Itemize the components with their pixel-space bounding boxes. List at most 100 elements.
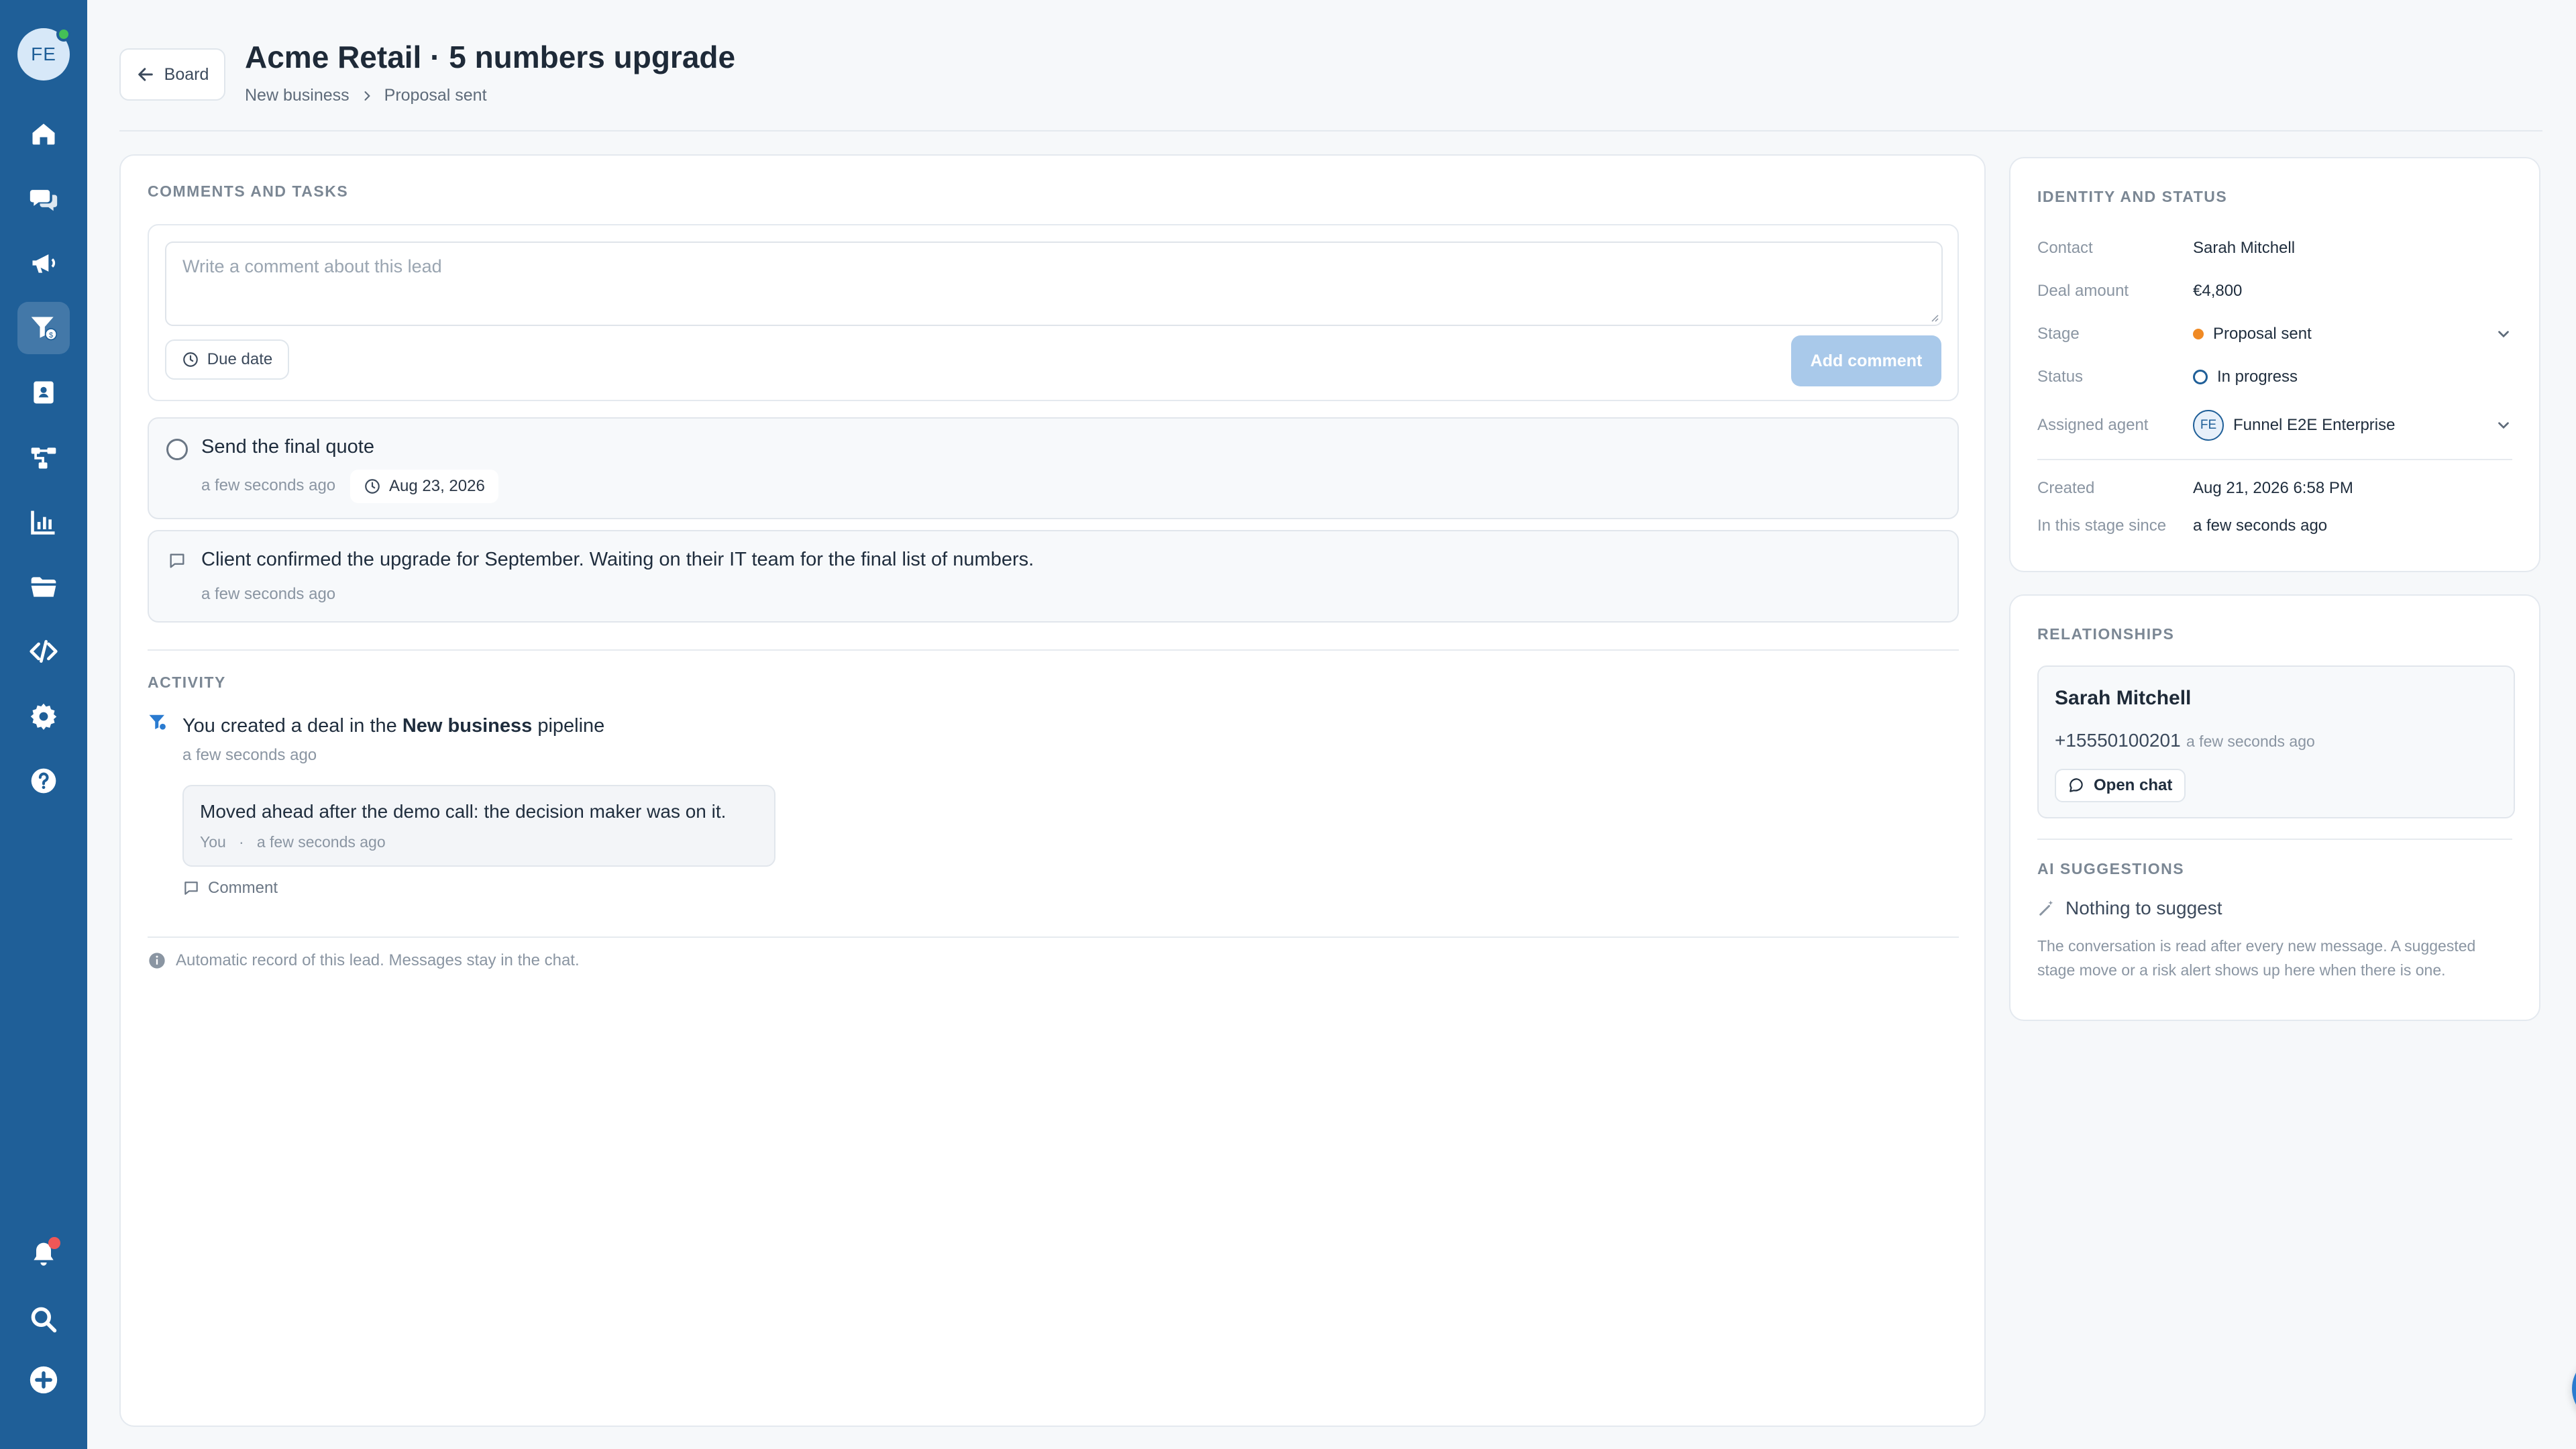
task-due-date: Aug 23, 2026 <box>389 477 485 495</box>
sidebar-item-help[interactable] <box>17 755 70 807</box>
comment-timestamp: a few seconds ago <box>201 585 336 603</box>
page-title: Acme Retail · 5 numbers upgrade <box>245 40 736 74</box>
agent-avatar: FE <box>2193 410 2224 441</box>
task-due-date-badge[interactable]: Aug 23, 2026 <box>350 470 498 503</box>
activity-section-title: ACTIVITY <box>148 674 226 691</box>
automatic-record-text: Automatic record of this lead. Messages … <box>176 951 580 969</box>
chat-icon <box>30 190 58 211</box>
sidebar-item-settings[interactable] <box>17 690 70 743</box>
sidebar-item-flows[interactable] <box>17 431 70 484</box>
activity-pipeline-name: New business <box>402 715 533 737</box>
open-chat-label: Open chat <box>2094 776 2173 794</box>
comment-on-activity-button[interactable]: Comment <box>182 879 278 898</box>
add-comment-button[interactable]: Add comment <box>1791 335 1941 386</box>
notification-badge <box>48 1237 60 1249</box>
resize-handle-icon[interactable] <box>1928 311 1939 322</box>
sidebar-item-create[interactable] <box>17 1354 70 1406</box>
sidebar-item-search[interactable] <box>17 1293 70 1346</box>
search-icon <box>31 1307 57 1333</box>
automatic-record-note: Automatic record of this lead. Messages … <box>148 951 580 970</box>
open-chat-button[interactable]: Open chat <box>2055 769 2186 802</box>
relationship-contact: Sarah Mitchell +15550100201 a few second… <box>2037 665 2515 818</box>
clock-icon <box>182 352 198 367</box>
reports-icon <box>31 511 55 535</box>
comment-input[interactable] <box>166 243 1941 325</box>
ai-suggestion-headline: Nothing to suggest <box>2037 898 2222 919</box>
funnel-icon: $ <box>31 317 58 341</box>
activity-event-text: You created a deal in the New business p… <box>182 715 605 737</box>
identity-section-title: IDENTITY AND STATUS <box>2037 188 2228 205</box>
ai-suggestion-text: Nothing to suggest <box>2065 898 2222 918</box>
stage-since-label: In this stage since <box>2037 517 2167 535</box>
identity-status-card: IDENTITY AND STATUS Contact Sarah Mitche… <box>2009 157 2540 572</box>
comment-link-label: Comment <box>208 879 278 897</box>
back-button-label: Board <box>164 64 209 84</box>
status-label: Status <box>2037 368 2084 386</box>
sidebar: FE $ <box>0 0 87 1449</box>
due-date-button[interactable]: Due date <box>165 339 289 380</box>
sidebar-item-campaigns[interactable] <box>17 237 70 289</box>
back-to-board-button[interactable]: Board <box>119 48 225 101</box>
comment-input-wrapper <box>165 241 1943 326</box>
breadcrumb: New business Proposal sent <box>245 86 487 105</box>
sidebar-item-developer[interactable] <box>17 625 70 678</box>
svg-text:$: $ <box>49 331 53 339</box>
flow-icon <box>31 447 56 469</box>
home-icon <box>32 123 55 145</box>
avatar-initials: FE <box>31 44 56 64</box>
lead-detail-card: COMMENTS AND TASKS Due date Add comment … <box>119 154 1986 1427</box>
stage-color-dot <box>2193 329 2204 339</box>
section-divider <box>148 649 1959 651</box>
sidebar-item-home[interactable] <box>17 107 70 160</box>
chevron-down-icon[interactable] <box>2495 417 2512 434</box>
status-row: Status In progress <box>2037 364 2512 390</box>
plus-circle-icon <box>30 1366 58 1394</box>
task-text: Send the final quote <box>201 436 374 458</box>
chevron-right-icon <box>364 91 370 101</box>
identity-divider <box>2037 459 2512 460</box>
user-avatar[interactable]: FE <box>17 27 71 80</box>
folder-icon <box>31 577 56 597</box>
status-value[interactable]: In progress <box>2217 368 2298 386</box>
sidebar-item-reports[interactable] <box>17 496 70 548</box>
relationship-phone: +15550100201 <box>2055 730 2181 751</box>
relationships-card: RELATIONSHIPS Sarah Mitchell +1555010020… <box>2009 594 2540 1021</box>
relationships-divider <box>2037 839 2512 840</box>
contacts-book-icon <box>34 381 54 404</box>
sidebar-item-chats[interactable] <box>17 172 70 225</box>
agent-name: Funnel E2E Enterprise <box>2233 416 2396 434</box>
magic-wand-icon <box>2039 900 2053 916</box>
meta-separator: · <box>238 833 244 851</box>
due-date-label: Due date <box>207 350 273 368</box>
gear-icon <box>30 703 57 730</box>
activity-comment-meta: You · a few seconds ago <box>200 833 386 851</box>
sidebar-item-files[interactable] <box>17 561 70 613</box>
assigned-agent-label: Assigned agent <box>2037 416 2149 434</box>
sidebar-item-contacts[interactable] <box>17 366 70 419</box>
breadcrumb-pipeline[interactable]: New business <box>245 86 350 105</box>
chevron-down-icon[interactable] <box>2495 325 2512 343</box>
chat-bubble-icon <box>2070 778 2083 792</box>
relationship-contact-name[interactable]: Sarah Mitchell <box>2055 687 2191 710</box>
main-content: Board Acme Retail · 5 numbers upgrade Ne… <box>87 0 2576 1449</box>
stage-since-row: In this stage since a few seconds ago <box>2037 513 2512 539</box>
deal-amount-value[interactable]: €4,800 <box>2193 282 2242 301</box>
stage-row[interactable]: Stage Proposal sent <box>2037 321 2512 347</box>
comment-icon <box>184 881 198 895</box>
comments-section-title: COMMENTS AND TASKS <box>148 182 349 200</box>
code-icon <box>30 640 58 663</box>
relationships-section-title: RELATIONSHIPS <box>2037 625 2175 643</box>
contact-label: Contact <box>2037 239 2093 257</box>
relationship-timestamp: a few seconds ago <box>2186 733 2315 750</box>
support-chat-button[interactable] <box>2572 1355 2576 1422</box>
status-ring-icon <box>2193 370 2208 384</box>
assigned-agent-row[interactable]: Assigned agent FE Funnel E2E Enterprise <box>2037 408 2512 443</box>
sidebar-item-funnels[interactable]: $ <box>17 302 70 354</box>
page-header: Board Acme Retail · 5 numbers upgrade Ne… <box>119 39 2542 131</box>
ai-suggestions-title: AI SUGGESTIONS <box>2037 860 2185 877</box>
megaphone-icon <box>32 254 56 273</box>
sidebar-item-notifications[interactable] <box>17 1229 70 1281</box>
task-complete-checkbox[interactable] <box>166 439 188 460</box>
arrow-left-icon <box>138 68 153 81</box>
contact-name[interactable]: Sarah Mitchell <box>2193 239 2295 258</box>
